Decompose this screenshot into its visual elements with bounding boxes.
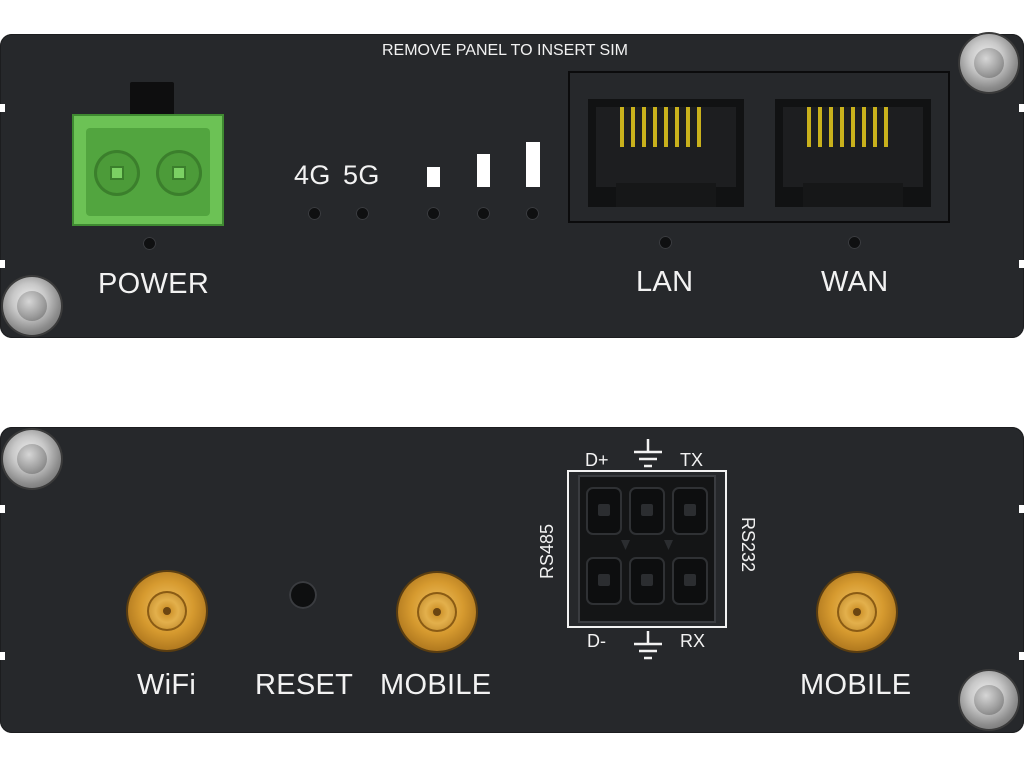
power-led: [143, 237, 156, 250]
wan-led: [848, 236, 861, 249]
panel-notch: [0, 652, 5, 660]
panel-notch: [0, 260, 5, 268]
signal-led-2: [477, 207, 490, 220]
wifi-antenna-connector[interactable]: [128, 572, 206, 650]
lan-port[interactable]: [588, 99, 744, 207]
rs485-label: RS485: [537, 523, 557, 579]
wan-label: WAN: [821, 266, 889, 298]
signal-led-1: [427, 207, 440, 220]
ground-icon: [634, 439, 662, 468]
screw-icon: [3, 430, 61, 488]
front-panel: REMOVE PANEL TO INSERT SIM POWER 4G 5G L…: [0, 34, 1024, 338]
panel-notch: [1019, 260, 1024, 268]
panel-notch: [1019, 505, 1024, 513]
serial-terminal-graphic: [567, 470, 727, 628]
led-5g-label: 5G: [343, 160, 380, 190]
screw-icon: [960, 671, 1018, 729]
serial-terminal-block[interactable]: [567, 470, 727, 628]
reset-label: RESET: [255, 669, 354, 701]
d-plus-label: D+: [585, 450, 609, 470]
panel-notch: [1019, 652, 1024, 660]
led-4g: [308, 207, 321, 220]
screw-icon: [3, 277, 61, 335]
power-label: POWER: [98, 268, 210, 300]
screw-icon: [960, 34, 1018, 92]
lan-led: [659, 236, 672, 249]
rx-label: RX: [680, 631, 706, 651]
panel-notch: [1019, 104, 1024, 112]
mobile-label-2: MOBILE: [800, 669, 912, 701]
panel-notch: [0, 104, 5, 112]
lan-label: LAN: [636, 266, 694, 298]
wifi-label: WiFi: [137, 669, 197, 701]
sim-note: REMOVE PANEL TO INSERT SIM: [382, 42, 628, 59]
ground-icon: [634, 631, 662, 660]
led-5g: [356, 207, 369, 220]
signal-led-3: [526, 207, 539, 220]
mobile-antenna-connector-1[interactable]: [398, 573, 476, 651]
rs232-label: RS232: [738, 517, 758, 573]
led-4g-label: 4G: [294, 160, 331, 190]
tx-label: TX: [680, 450, 704, 470]
d-minus-label: D-: [587, 631, 606, 651]
ethernet-ports: [568, 71, 950, 223]
reset-button[interactable]: [289, 581, 317, 609]
rj45-ports-graphic: [588, 99, 931, 207]
power-connector[interactable]: [72, 82, 224, 226]
back-panel: WiFi RESET MOBILE MOBILE D+ TX D- RX RS4…: [0, 427, 1024, 733]
mobile-label-1: MOBILE: [380, 669, 492, 701]
mobile-antenna-connector-2[interactable]: [818, 573, 896, 651]
panel-notch: [0, 505, 5, 513]
wan-port[interactable]: [775, 99, 931, 207]
